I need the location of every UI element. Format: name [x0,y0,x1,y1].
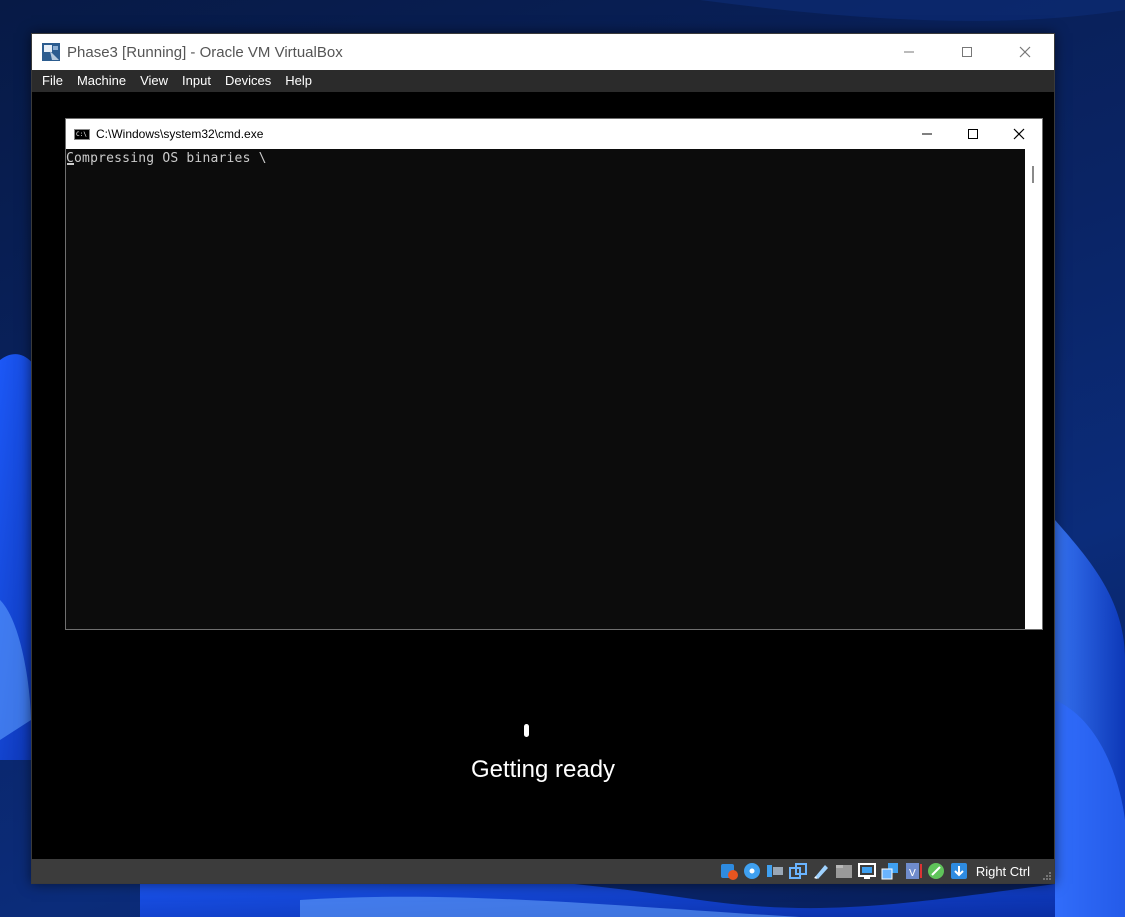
cmd-scroll-thumb[interactable] [1032,166,1034,183]
minimize-icon [922,133,932,135]
maximize-icon [962,47,972,57]
mouse-integration-icon[interactable] [880,861,900,881]
resize-grip-icon[interactable] [1042,871,1052,881]
optical-disk-icon[interactable] [742,861,762,881]
maximize-icon [968,129,978,139]
virtualbox-app-icon [41,42,61,62]
cmd-title: C:\Windows\system32\cmd.exe [96,127,264,141]
cmd-cursor [67,163,74,165]
menu-help[interactable]: Help [278,70,319,92]
vbox-statusbar: V Right Ctrl [32,859,1054,883]
usb-icon[interactable] [765,861,785,881]
guest-screen[interactable]: C:\ C:\Windows\system32\cmd.exe Compress… [32,92,1054,859]
display-icon[interactable] [811,861,831,881]
menu-input[interactable]: Input [175,70,218,92]
close-button[interactable] [996,34,1054,70]
window-title: Phase3 [Running] - Oracle VM VirtualBox [67,43,343,61]
minimize-icon [904,51,914,53]
menu-machine[interactable]: Machine [70,70,133,92]
close-icon [1013,128,1025,140]
cmd-scrollbar[interactable] [1025,149,1042,629]
hard-disk-icon[interactable]: V [903,861,923,881]
cmd-console[interactable]: Compressing OS binaries \ [66,149,1026,629]
network-icon[interactable] [834,861,854,881]
svg-text:V: V [909,868,916,879]
maximize-button[interactable] [938,34,996,70]
cmd-app-icon: C:\ [74,128,90,140]
cmd-close-button[interactable] [996,119,1042,149]
host-key-label[interactable]: Right Ctrl [976,864,1030,879]
vbox-menubar: File Machine View Input Devices Help [32,70,1054,92]
shared-folders-icon[interactable] [788,861,808,881]
close-icon [1019,46,1031,58]
vbox-titlebar[interactable]: Phase3 [Running] - Oracle VM VirtualBox [32,34,1054,70]
host-key-icon[interactable] [949,861,969,881]
menu-view[interactable]: View [133,70,175,92]
recording-icon[interactable] [857,861,877,881]
menu-file[interactable]: File [32,70,70,92]
cmd-window: C:\ C:\Windows\system32\cmd.exe Compress… [65,118,1043,630]
setup-status-text: Getting ready [470,756,616,783]
menu-devices[interactable]: Devices [218,70,278,92]
loading-spinner-icon [524,724,529,737]
minimize-button[interactable] [880,34,938,70]
cmd-minimize-button[interactable] [904,119,950,149]
audio-icon[interactable] [719,861,739,881]
cmd-output-line: Compressing OS binaries \ [66,151,267,166]
guest-additions-icon[interactable] [926,861,946,881]
virtualbox-window: Phase3 [Running] - Oracle VM VirtualBox … [31,33,1055,884]
cmd-maximize-button[interactable] [950,119,996,149]
cmd-titlebar[interactable]: C:\ C:\Windows\system32\cmd.exe [66,119,1042,149]
